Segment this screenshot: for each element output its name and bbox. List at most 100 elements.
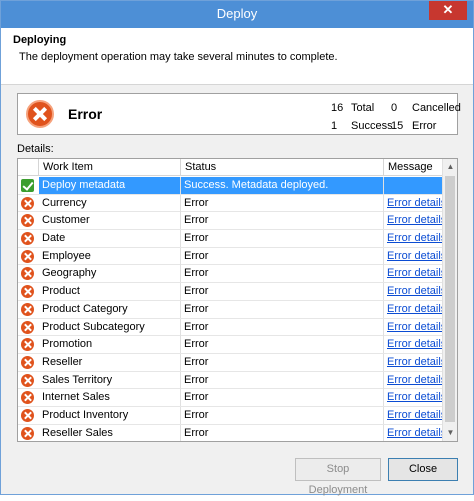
table-row[interactable]: Product Error Error details	[18, 283, 443, 301]
status-cell: Error	[181, 265, 384, 283]
status-cell: Error	[181, 353, 384, 371]
error-details-link[interactable]: Error details	[387, 250, 443, 262]
column-header-message[interactable]: Message	[384, 159, 443, 176]
table-row[interactable]: Reseller Error Error details	[18, 353, 443, 372]
status-cell: Error	[181, 389, 384, 407]
work-item-cell: Product Category	[39, 300, 181, 318]
scroll-up-arrow-icon[interactable]: ▲	[443, 159, 457, 175]
grid-rows: Deploy metadata Success. Metadata deploye…	[18, 177, 443, 441]
table-row[interactable]: Reseller Sales Error Error details	[18, 424, 443, 441]
error-details-link[interactable]: Error details	[387, 374, 443, 386]
row-status-icon-cell	[18, 248, 39, 265]
table-row[interactable]: Deploy metadata Success. Metadata deploye…	[18, 177, 443, 195]
error-icon	[21, 214, 34, 228]
status-cell: Error	[181, 212, 384, 230]
status-cell: Error	[181, 300, 384, 318]
table-row[interactable]: Date Error Error details	[18, 230, 443, 248]
column-header-work-item[interactable]: Work Item	[39, 159, 181, 176]
error-details-link[interactable]: Error details	[387, 391, 443, 403]
error-details-link[interactable]: Error details	[387, 197, 443, 209]
row-status-icon-cell	[18, 319, 39, 336]
status-cell: Error	[181, 247, 384, 265]
vertical-scrollbar[interactable]: ▲ ▼	[442, 159, 457, 441]
error-details-link[interactable]: Error details	[387, 338, 443, 350]
scroll-down-arrow-icon[interactable]: ▼	[443, 425, 457, 441]
status-label: Error	[68, 106, 103, 122]
check-icon	[21, 179, 34, 192]
row-status-icon-cell	[18, 283, 39, 300]
row-status-icon-cell	[18, 212, 39, 229]
error-details-link[interactable]: Error details	[387, 303, 443, 315]
work-item-cell: Sales Territory	[39, 371, 181, 389]
error-details-link[interactable]: Error details	[387, 267, 443, 279]
message-cell: Error details	[384, 389, 443, 406]
table-row[interactable]: Sales Territory Error Error details	[18, 371, 443, 390]
message-cell: Error details	[384, 407, 443, 424]
table-row[interactable]: Promotion Error Error details	[18, 336, 443, 354]
error-details-link[interactable]: Error details	[387, 214, 443, 226]
work-item-cell: Geography	[39, 265, 181, 283]
window-close-button[interactable]: ✕	[429, 1, 467, 20]
status-cell: Error	[181, 194, 384, 212]
column-header-icon[interactable]	[18, 159, 39, 176]
table-row[interactable]: Product Subcategory Error Error details	[18, 318, 443, 337]
error-icon	[26, 100, 54, 128]
error-icon	[21, 391, 34, 405]
row-status-icon-cell	[18, 425, 39, 441]
table-row[interactable]: Product Inventory Error Error details	[18, 406, 443, 425]
error-details-link[interactable]: Error details	[387, 356, 443, 368]
error-details-link[interactable]: Error details	[387, 427, 443, 439]
status-cell: Error	[181, 371, 384, 389]
message-cell: Error details	[384, 425, 443, 441]
message-cell: Error details	[384, 301, 443, 318]
work-item-cell: Product Subcategory	[39, 318, 181, 336]
error-label: Error	[412, 120, 437, 132]
table-row[interactable]: Currency Error Error details	[18, 194, 443, 213]
table-row[interactable]: Product Category Error Error details	[18, 300, 443, 319]
message-cell: Error details	[384, 212, 443, 229]
error-icon	[21, 338, 34, 352]
table-row[interactable]: Geography Error Error details	[18, 265, 443, 284]
error-details-link[interactable]: Error details	[387, 409, 443, 421]
header-description: The deployment operation may take severa…	[19, 51, 338, 63]
error-details-link[interactable]: Error details	[387, 321, 443, 333]
window-title: Deploy	[216, 6, 258, 21]
title-bar[interactable]: Deploy ✕	[1, 1, 473, 28]
work-item-cell: Product Inventory	[39, 406, 181, 424]
work-item-cell: Reseller	[39, 353, 181, 371]
table-row[interactable]: Internet Sales Error Error details	[18, 389, 443, 407]
row-status-icon-cell	[18, 195, 39, 212]
message-cell: Error details	[384, 283, 443, 300]
cancelled-label: Cancelled	[412, 102, 461, 114]
error-details-link[interactable]: Error details	[387, 232, 443, 244]
row-status-icon-cell	[18, 372, 39, 389]
status-cell: Error	[181, 336, 384, 354]
message-cell: Error details	[384, 336, 443, 353]
error-icon	[21, 408, 34, 422]
status-summary: Error 16 Total 0 Cancelled 1 Success 15 …	[17, 93, 461, 135]
status-cell: Error	[181, 406, 384, 424]
message-cell: Error details	[384, 354, 443, 371]
error-icon	[21, 320, 34, 334]
status-cell: Error	[181, 424, 384, 441]
message-cell: Error details	[384, 372, 443, 389]
table-row[interactable]: Employee Error Error details	[18, 247, 443, 266]
row-status-icon-cell	[18, 407, 39, 424]
row-status-icon-cell	[18, 301, 39, 318]
work-item-cell: Product	[39, 283, 181, 301]
scrollbar-thumb[interactable]	[445, 176, 455, 422]
row-status-icon-cell	[18, 265, 39, 282]
close-button[interactable]: Close	[388, 458, 458, 481]
status-cell: Success. Metadata deployed.	[181, 177, 384, 194]
column-header-status[interactable]: Status	[181, 159, 384, 176]
table-row[interactable]: Customer Error Error details	[18, 212, 443, 231]
row-status-icon-cell	[18, 336, 39, 353]
details-grid: Work Item Status Message Deploy metadata…	[17, 158, 458, 442]
work-item-cell: Deploy metadata	[39, 177, 181, 194]
message-cell: Error details	[384, 230, 443, 247]
work-item-cell: Date	[39, 230, 181, 248]
stop-deployment-button[interactable]: Stop Deployment	[295, 458, 381, 496]
error-details-link[interactable]: Error details	[387, 285, 443, 297]
error-icon	[21, 426, 34, 440]
header-title: Deploying	[13, 34, 67, 46]
